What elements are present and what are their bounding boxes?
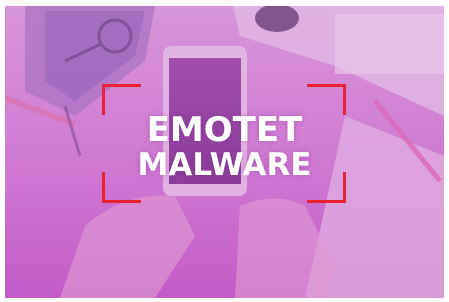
title-line-1: EMOTET <box>146 110 303 150</box>
hero-image: EMOTET MALWARE <box>5 6 444 298</box>
bracket-top-left <box>102 84 141 115</box>
title-line-2: MALWARE <box>137 147 312 183</box>
banner-title: EMOTET MALWARE <box>5 112 444 182</box>
bracket-top-right <box>307 84 346 115</box>
